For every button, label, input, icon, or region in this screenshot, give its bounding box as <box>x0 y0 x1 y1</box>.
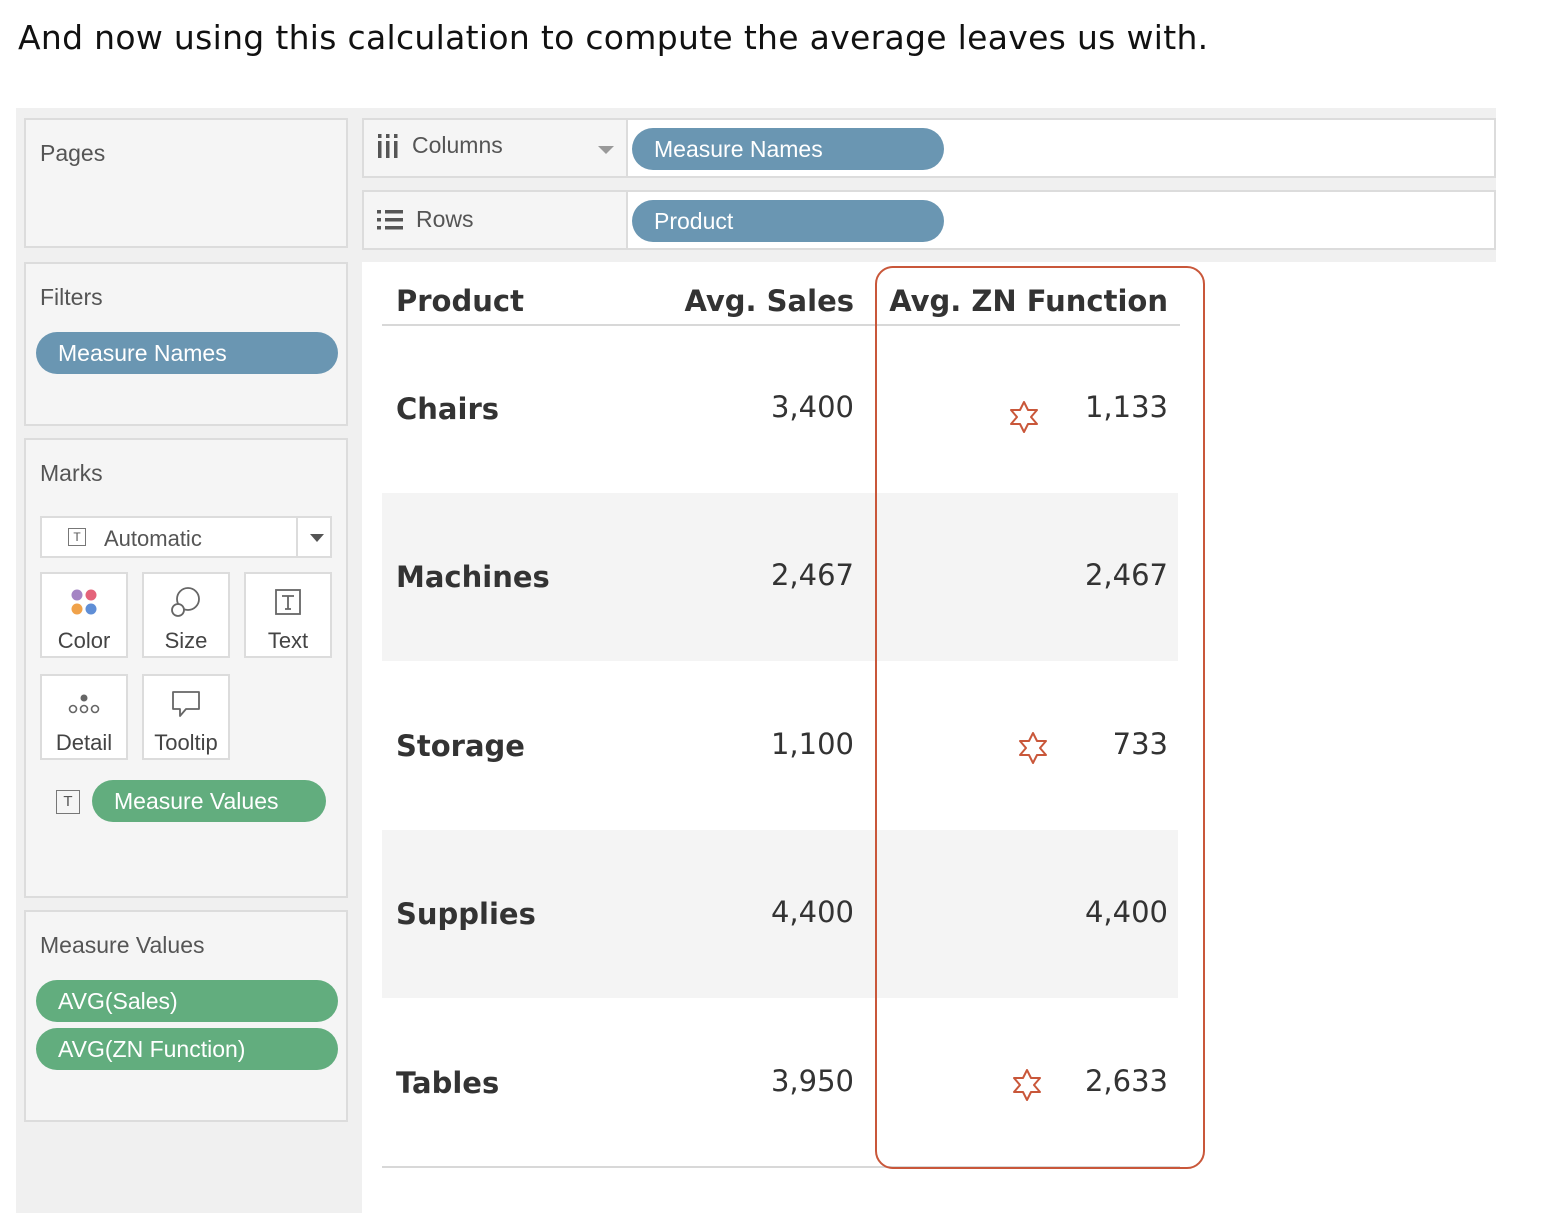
marks-pill-measure-values[interactable]: Measure Values <box>92 780 326 822</box>
measure-values-title: Measure Values <box>40 932 205 958</box>
filters-card: Filters Measure Names <box>24 262 348 426</box>
color-card[interactable]: Color <box>40 572 128 658</box>
caption-text: And now using this calculation to comput… <box>18 18 1209 57</box>
header-product[interactable]: Product <box>396 284 524 318</box>
rows-shelf: Rows Product <box>362 190 1496 250</box>
text-mark-icon: T <box>68 528 86 546</box>
columns-pill-measure-names[interactable]: Measure Names <box>632 128 944 170</box>
table-bottom-divider <box>382 1166 1180 1168</box>
mark-type-dropdown[interactable]: T Automatic <box>40 516 332 558</box>
header-avg-zn-function[interactable]: Avg. ZN Function <box>889 284 1168 318</box>
star-icon <box>1019 732 1047 764</box>
text-card-label: Text <box>267 628 309 653</box>
rows-shelf-label: Rows <box>416 206 474 232</box>
columns-chevron-down-icon[interactable] <box>598 146 614 154</box>
cell-sales-chairs[interactable]: 3,400 <box>771 390 854 424</box>
cell-sales-tables[interactable]: 3,950 <box>771 1064 854 1098</box>
cell-zn-machines[interactable]: 2,467 <box>1085 558 1168 592</box>
size-bubbles-icon <box>171 587 200 617</box>
measure-pill-avg-zn-function[interactable]: AVG(ZN Function) <box>36 1028 338 1070</box>
size-card-label: Size <box>164 628 208 653</box>
text-t-icon <box>275 589 301 615</box>
color-dots-icon <box>71 589 97 615</box>
dropdown-divider <box>296 518 298 556</box>
star-icon <box>1010 401 1038 433</box>
filters-title: Filters <box>40 284 103 310</box>
columns-drop-area[interactable]: Measure Names <box>626 120 1494 176</box>
rows-pill-product[interactable]: Product <box>632 200 944 242</box>
tooltip-card-label: Tooltip <box>154 730 218 755</box>
measure-values-card: Measure Values AVG(Sales) AVG(ZN Functio… <box>24 910 348 1122</box>
marks-title: Marks <box>40 460 103 486</box>
measure-pill-avg-sales[interactable]: AVG(Sales) <box>36 980 338 1022</box>
rows-shelf-label-wrap: Rows <box>376 206 474 233</box>
detail-dots-icon <box>68 694 100 714</box>
cell-zn-supplies[interactable]: 4,400 <box>1085 895 1168 929</box>
pages-title: Pages <box>40 140 106 166</box>
columns-shelf-label-wrap: Columns <box>376 132 503 159</box>
row-label-tables[interactable]: Tables <box>396 1066 499 1100</box>
cell-zn-tables[interactable]: 2,633 <box>1085 1064 1168 1098</box>
marks-card: Marks T Automatic Color Size Text Detail… <box>24 438 348 898</box>
header-divider <box>382 324 1180 326</box>
mark-type-value: Automatic <box>104 526 202 551</box>
header-avg-sales[interactable]: Avg. Sales <box>684 284 854 318</box>
cell-zn-chairs[interactable]: 1,133 <box>1085 390 1168 424</box>
cell-sales-machines[interactable]: 2,467 <box>771 558 854 592</box>
viz-view[interactable] <box>362 262 1496 1213</box>
row-label-storage[interactable]: Storage <box>396 729 525 763</box>
row-label-chairs[interactable]: Chairs <box>396 392 499 426</box>
rows-drop-area[interactable]: Product <box>626 192 1494 248</box>
columns-shelf-label: Columns <box>412 132 503 158</box>
cell-sales-supplies[interactable]: 4,400 <box>771 895 854 929</box>
chevron-down-icon <box>310 534 324 542</box>
detail-card-label: Detail <box>55 730 113 755</box>
row-label-machines[interactable]: Machines <box>396 560 550 594</box>
filter-pill-measure-names[interactable]: Measure Names <box>36 332 338 374</box>
text-card[interactable]: Text <box>244 572 332 658</box>
tooltip-card[interactable]: Tooltip <box>142 674 230 760</box>
detail-card[interactable]: Detail <box>40 674 128 760</box>
cell-sales-storage[interactable]: 1,100 <box>771 727 854 761</box>
pages-card: Pages <box>24 118 348 248</box>
color-card-label: Color <box>57 628 111 653</box>
columns-shelf: Columns Measure Names <box>362 118 1496 178</box>
cell-zn-storage[interactable]: 733 <box>1113 727 1168 761</box>
rows-icon <box>377 209 403 229</box>
star-icon <box>1013 1069 1041 1101</box>
tooltip-bubble-icon <box>172 691 200 717</box>
row-label-supplies[interactable]: Supplies <box>396 897 536 931</box>
columns-icon <box>378 133 398 158</box>
text-encoding-icon: T <box>56 790 80 814</box>
size-card[interactable]: Size <box>142 572 230 658</box>
